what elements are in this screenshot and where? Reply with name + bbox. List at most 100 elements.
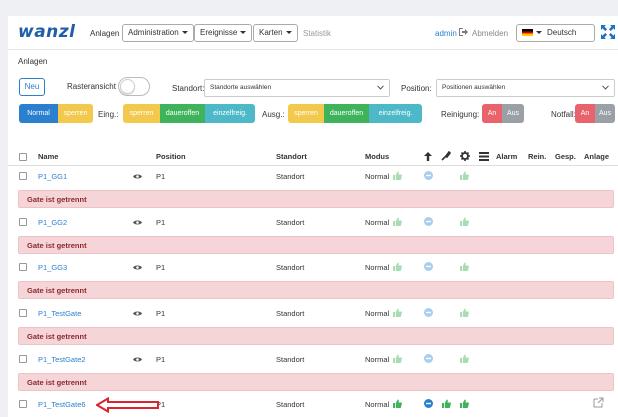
header-location[interactable]: Standort <box>276 152 307 161</box>
gate-name-link[interactable]: P1_GG3 <box>38 263 67 272</box>
nav-karten-dropdown[interactable]: Karten <box>253 24 298 42</box>
header-device[interactable]: Anlage <box>584 152 609 161</box>
table-row[interactable]: P1_GG3 P1 Standort Normal <box>8 256 618 278</box>
new-button[interactable]: Neu <box>19 78 45 96</box>
emergency-off-button[interactable]: Aus <box>595 104 615 123</box>
user-link[interactable]: admin <box>435 29 457 38</box>
table-row[interactable]: P1_TestGate P1 Standort Normal <box>8 302 618 324</box>
fullscreen-expand-icon[interactable] <box>601 25 615 39</box>
gate-mode: Normal <box>365 400 390 409</box>
emergency-label: Notfall: <box>551 110 576 119</box>
row-checkbox[interactable] <box>19 400 27 408</box>
brand-logo[interactable]: wanzl <box>18 22 76 42</box>
eye-icon[interactable] <box>133 219 142 226</box>
exit-daueroffen-button[interactable]: daueroffen <box>324 104 369 123</box>
mode-normal-button[interactable]: Normal <box>19 104 58 123</box>
eye-icon[interactable] <box>133 356 142 363</box>
gate-mode: Normal <box>365 172 390 181</box>
row-checkbox[interactable] <box>19 172 27 180</box>
grid-view-label: Rasteransicht <box>67 82 116 91</box>
gate-name-link[interactable]: P1_TestGate6 <box>38 400 86 409</box>
gate-name-link[interactable]: P1_TestGate2 <box>38 355 86 364</box>
table-row[interactable]: P1_GG2 P1 Standort Normal <box>8 211 618 233</box>
gate-name-link[interactable]: P1_GG1 <box>38 172 67 181</box>
nav-statistik[interactable]: Statistik <box>303 29 331 38</box>
nav-anlagen[interactable]: Anlagen <box>90 29 119 38</box>
language-label: Deutsch <box>547 28 577 37</box>
caret-down-icon <box>285 31 292 35</box>
grid-view-toggle[interactable] <box>118 77 150 96</box>
gate-location: Standort <box>276 400 305 409</box>
thumbs-up-icon <box>393 354 402 363</box>
logout-icon[interactable] <box>458 27 469 37</box>
language-dropdown[interactable]: Deutsch <box>516 24 595 42</box>
header-name[interactable]: Name <box>38 152 58 161</box>
header-mode[interactable]: Modus <box>365 152 389 161</box>
table-row[interactable]: P1_GG1 P1 Standort Normal <box>8 165 618 187</box>
location-select[interactable]: Standorte auswählen <box>204 79 390 97</box>
row-checkbox[interactable] <box>19 218 27 226</box>
position-label: Position: <box>401 84 432 93</box>
header-alarm[interactable]: Alarm <box>496 152 517 161</box>
logout-link[interactable]: Abmelden <box>472 29 508 38</box>
nav-ereignisse-dropdown[interactable]: Ereignisse <box>194 24 253 42</box>
nav-administration-dropdown[interactable]: Administration <box>122 24 194 42</box>
section-title: Anlagen <box>18 57 48 66</box>
minus-circle-icon <box>424 217 433 226</box>
gate-mode: Normal <box>365 355 390 364</box>
exit-einzelfreig-button[interactable]: einzelfreig. <box>369 104 422 123</box>
alert-text: Gate ist getrennt <box>27 332 87 341</box>
position-select-value: Positionen auswählen <box>442 84 506 91</box>
cleaning-on-button[interactable]: An <box>482 104 502 123</box>
gate-location: Standort <box>276 263 305 272</box>
alert-text: Gate ist getrennt <box>27 241 87 250</box>
row-checkbox[interactable] <box>19 263 27 271</box>
gate-position: P1 <box>156 309 166 318</box>
alert-text: Gate ist getrennt <box>27 286 87 295</box>
eye-icon[interactable] <box>133 264 142 271</box>
location-label: Standort: <box>172 84 205 93</box>
gate-location: Standort <box>276 355 305 364</box>
mode-sperren-button[interactable]: sperren <box>58 104 93 123</box>
thumbs-up-icon <box>460 308 469 317</box>
position-select[interactable]: Positionen auswählen <box>436 79 615 97</box>
disconnected-alert: Gate ist getrennt <box>18 327 614 345</box>
select-all-checkbox[interactable] <box>19 153 27 161</box>
external-link-icon[interactable] <box>593 397 604 408</box>
navbar: wanzl Anlagen Administration Ereignisse … <box>8 16 618 50</box>
cleaning-label: Reinigung: <box>441 110 480 119</box>
row-checkbox[interactable] <box>19 309 27 317</box>
eye-icon[interactable] <box>133 310 142 317</box>
entry-daueroffen-button[interactable]: daueroffen <box>160 104 205 123</box>
entry-einzelfreig-button[interactable]: einzelfreig. <box>205 104 255 123</box>
row-checkbox[interactable] <box>19 355 27 363</box>
exit-sperren-button[interactable]: sperren <box>288 104 324 123</box>
header-position[interactable]: Position <box>156 152 186 161</box>
gate-mode: Normal <box>365 309 390 318</box>
header-cleaning[interactable]: Rein. <box>528 152 546 161</box>
arrow-up-icon <box>424 152 432 161</box>
disconnected-alert: Gate ist getrennt <box>18 236 614 254</box>
toggle-knob <box>120 79 135 94</box>
thumbs-up-icon <box>460 217 469 226</box>
thumbs-up-icon <box>393 262 402 271</box>
entry-sperren-button[interactable]: sperren <box>123 104 160 123</box>
gate-name-link[interactable]: P1_GG2 <box>38 218 67 227</box>
thumbs-up-icon <box>393 171 402 180</box>
table-row[interactable]: P1_TestGate2 P1 Standort Normal <box>8 348 618 370</box>
alert-text: Gate ist getrennt <box>27 378 87 387</box>
eye-icon[interactable] <box>133 173 142 180</box>
minus-circle-icon <box>424 262 433 271</box>
disconnected-alert: Gate ist getrennt <box>18 281 614 299</box>
cleaning-off-button[interactable]: Aus <box>502 104 524 123</box>
emergency-on-button[interactable]: An <box>575 104 595 123</box>
header-locked[interactable]: Gesp. <box>555 152 576 161</box>
thumbs-up-icon <box>460 354 469 363</box>
gate-position: P1 <box>156 172 166 181</box>
caret-down-icon <box>240 31 247 35</box>
thumbs-up-icon <box>460 399 469 408</box>
disconnected-alert: Gate ist getrennt <box>18 373 614 391</box>
location-select-value: Standorte auswählen <box>210 84 272 91</box>
gate-name-link[interactable]: P1_TestGate <box>38 309 81 318</box>
gear-icon <box>460 151 470 161</box>
